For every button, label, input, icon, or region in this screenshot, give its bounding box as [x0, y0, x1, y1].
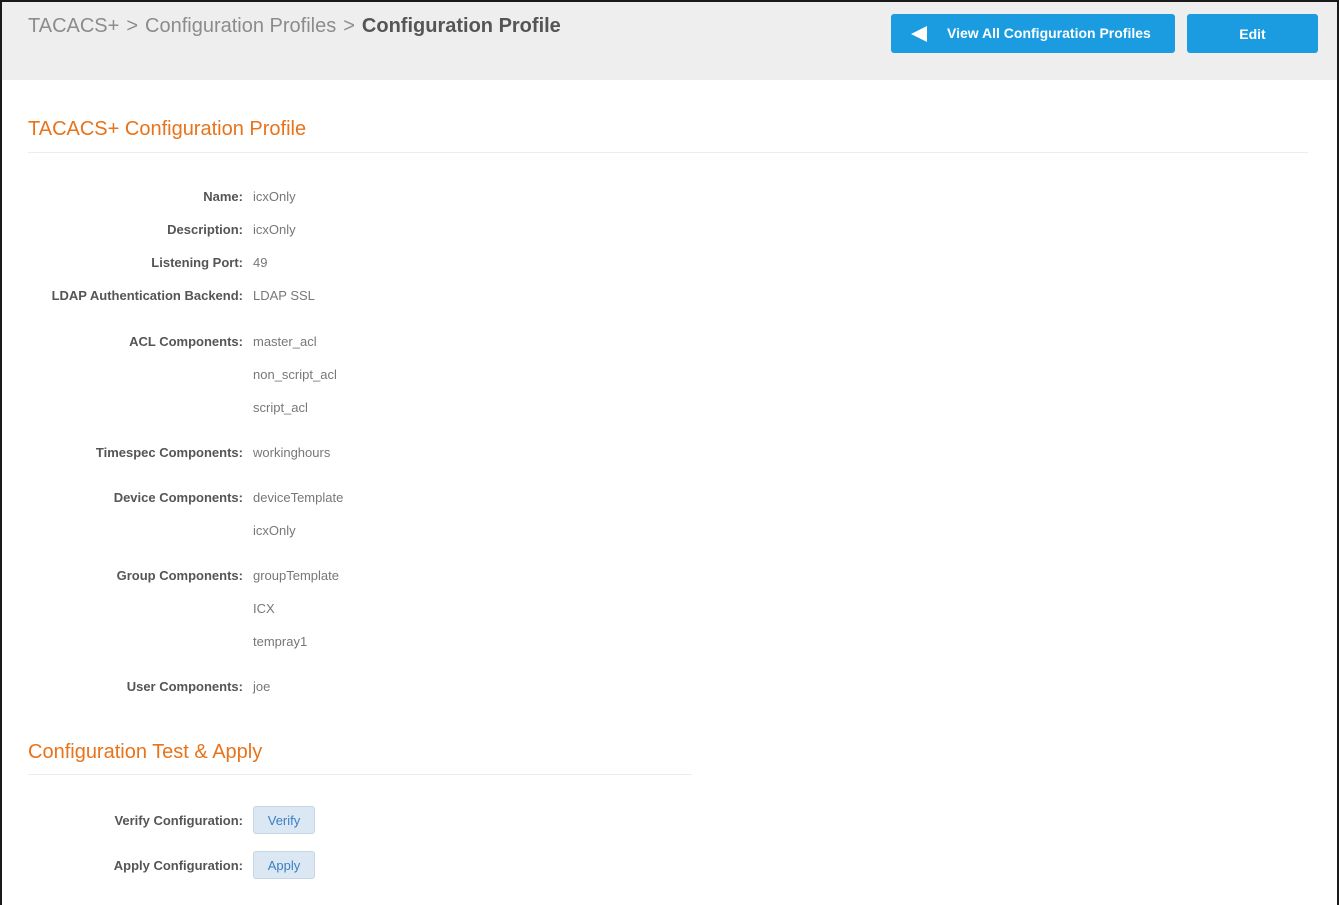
breadcrumb-current: Configuration Profile: [361, 15, 561, 37]
field-label: Device Components:: [113, 490, 243, 505]
field-value: icxOnly: [253, 222, 296, 237]
verify-configuration-label: Verify Configuration:: [114, 813, 243, 828]
section-divider: [28, 152, 1308, 153]
field-label: User Components:: [126, 679, 243, 694]
field-label: Listening Port:: [151, 255, 243, 270]
breadcrumb: TACACS+ > Configuration Profiles > Configura…: [28, 15, 561, 38]
field-label: ACL Components:: [129, 334, 243, 349]
section-title-profile: TACACS+ Configuration Profile: [28, 118, 307, 140]
field-value: groupTemplate: [253, 568, 339, 583]
field-value: non_script_acl: [253, 367, 337, 382]
section-title-test-apply: Configuration Test & Apply: [28, 741, 263, 763]
field-value: icxOnly: [253, 523, 296, 538]
field-label: Description:: [167, 222, 243, 237]
field-value: joe: [253, 679, 271, 694]
breadcrumb-separator: >: [126, 15, 139, 37]
field-label: Group Components:: [116, 568, 243, 583]
field-label: Name:: [203, 189, 243, 204]
field-label: LDAP Authentication Backend:: [51, 288, 243, 303]
section-divider: [28, 774, 692, 775]
field-value: LDAP SSL: [253, 288, 315, 303]
view-all-button-label: View All Configuration Profiles: [947, 25, 1151, 41]
field-label: Timespec Components:: [95, 445, 243, 460]
field-value: 49: [253, 255, 268, 270]
field-value: script_acl: [253, 400, 308, 415]
field-value: icxOnly: [253, 189, 296, 204]
header-bar: TACACS+ > Configuration Profiles > Configura…: [2, 2, 1337, 80]
field-value: workinghours: [253, 445, 331, 460]
view-all-configuration-profiles-button[interactable]: View All Configuration Profiles: [891, 14, 1175, 53]
field-value: tempray1: [253, 634, 308, 649]
edit-button[interactable]: Edit: [1187, 14, 1318, 53]
field-value: ICX: [253, 601, 275, 616]
breadcrumb-item-tacacs[interactable]: TACACS+: [28, 15, 119, 37]
arrow-left-icon: [911, 26, 927, 42]
app-frame: TACACS+ > Configuration Profiles > Configura…: [0, 0, 1339, 905]
breadcrumb-item-configuration-profiles[interactable]: Configuration Profiles: [145, 15, 336, 37]
apply-button[interactable]: Apply: [253, 851, 315, 879]
field-value: master_acl: [253, 334, 317, 349]
breadcrumb-separator: >: [343, 15, 355, 37]
verify-button[interactable]: Verify: [253, 806, 315, 834]
apply-configuration-label: Apply Configuration:: [113, 858, 243, 873]
field-value: deviceTemplate: [253, 490, 344, 505]
